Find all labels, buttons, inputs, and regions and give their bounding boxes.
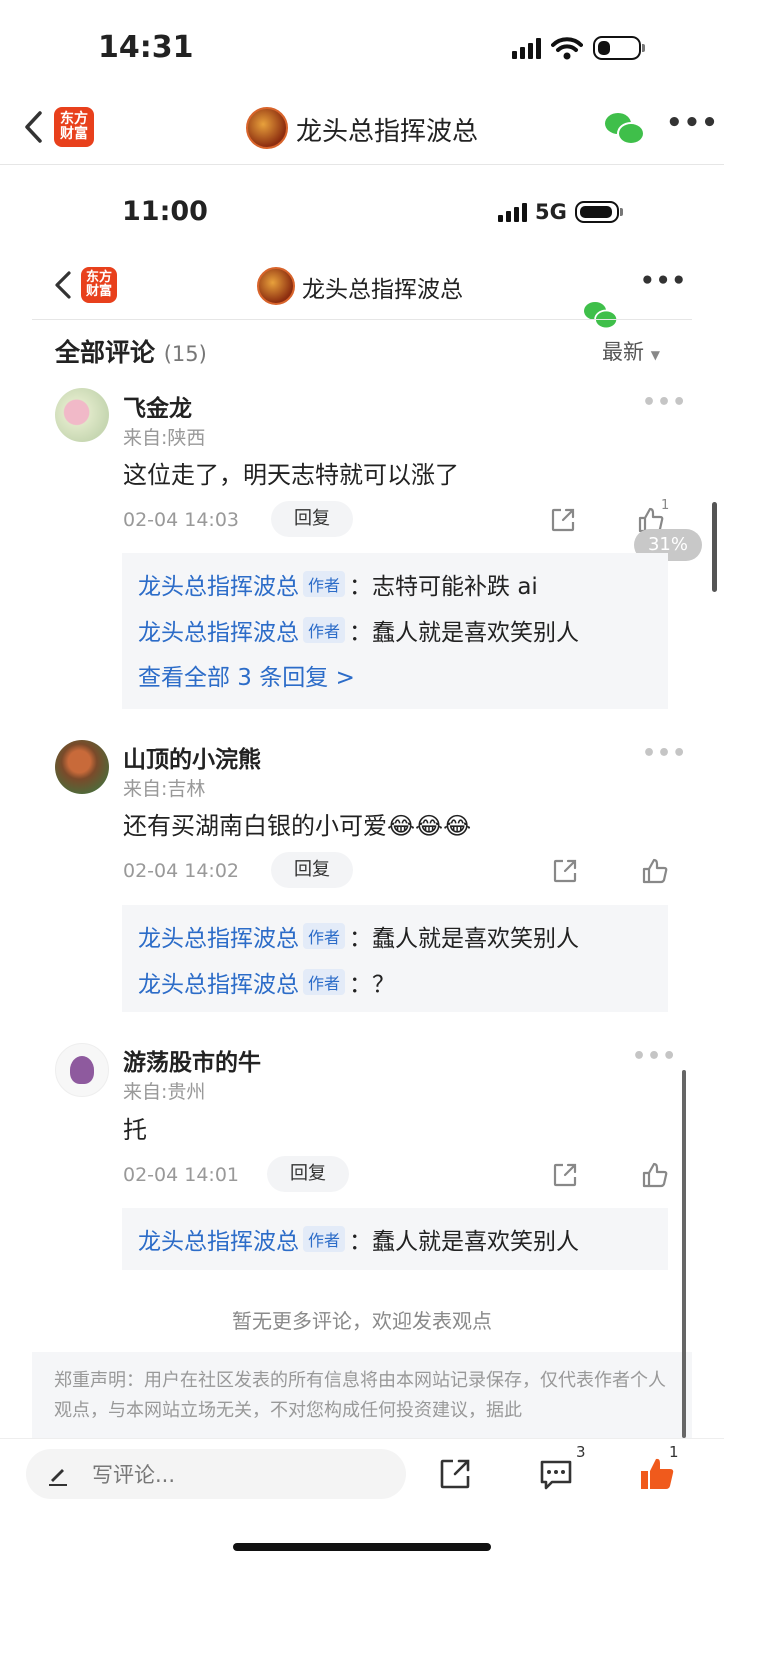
signal-icon <box>498 202 527 222</box>
share-icon[interactable] <box>552 858 578 884</box>
scrollbar[interactable] <box>712 502 717 592</box>
wechat-share-icon[interactable] <box>605 113 645 145</box>
reply-author[interactable]: 龙头总指挥波总 <box>138 574 299 600</box>
battery-icon <box>574 201 623 223</box>
like-icon[interactable] <box>641 857 669 885</box>
comments-count: (15) <box>163 342 207 366</box>
reply-text: ：蠢人就是喜欢笑别人 <box>349 620 580 646</box>
inner-nav-title: 龙头总指挥波总 <box>302 277 463 303</box>
comment-text: 这位走了，明天志特就可以涨了 <box>123 461 459 489</box>
eastmoney-logo[interactable]: 东方 财富 <box>54 107 94 147</box>
comment-date: 02-04 14:02 <box>123 860 240 882</box>
comment-placeholder: 写评论... <box>92 1463 176 1487</box>
wechat-share-icon[interactable] <box>584 302 618 330</box>
like-count: 1 <box>669 1443 679 1461</box>
reply-thread: 龙头总指挥波总 作者 ：志特可能补跌 ai 龙头总指挥波总 作者 ：蠢人就是喜欢笑别人 … <box>122 553 668 709</box>
comment-input[interactable]: 写评论... <box>26 1449 406 1499</box>
reply-author[interactable]: 龙头总指挥波总 <box>138 926 299 952</box>
inner-status-icons: 5G <box>498 200 623 224</box>
inner-status-time: 11:00 <box>122 196 208 227</box>
comment-text: 托 <box>123 1116 147 1144</box>
comment-avatar[interactable] <box>55 740 109 794</box>
network-label: 5G <box>535 200 567 224</box>
reply-author[interactable]: 龙头总指挥波总 <box>138 620 299 646</box>
reply-thread: 龙头总指挥波总 作者 ：蠢人就是喜欢笑别人 <box>122 1208 668 1270</box>
bull-avatar-icon[interactable] <box>257 267 295 305</box>
back-icon[interactable] <box>52 270 74 300</box>
comment-username[interactable]: 山顶的小浣熊 <box>123 740 261 774</box>
pencil-icon <box>49 1469 67 1486</box>
reply-button[interactable]: 回复 <box>271 501 353 537</box>
reply-thread: 龙头总指挥波总 作者 ：蠢人就是喜欢笑别人 龙头总指挥波总 作者：？ <box>122 905 668 1012</box>
reply-text: ：蠢人就是喜欢笑别人 <box>349 1229 580 1255</box>
outer-status-icons <box>512 36 645 60</box>
reply-author[interactable]: 龙头总指挥波总 <box>138 972 299 998</box>
author-badge: 作者 <box>303 969 346 995</box>
comments-heading: 全部评论 (15) <box>55 333 207 369</box>
comment-location: 来自:吉林 <box>123 778 206 800</box>
nav-divider <box>32 319 692 320</box>
reply-button[interactable]: 回复 <box>267 1156 349 1192</box>
outer-status-time: 14:31 <box>98 30 194 65</box>
author-badge: 作者 <box>303 617 346 643</box>
reply-item[interactable]: 龙头总指挥波总 作者 ：志特可能补跌 ai <box>138 567 538 601</box>
comment-username[interactable]: 游荡股市的牛 <box>123 1043 261 1077</box>
reply-text: ：？ <box>349 972 396 998</box>
more-icon[interactable]: ••• <box>666 108 719 138</box>
reply-text: ：蠢人就是喜欢笑别人 <box>349 926 580 952</box>
sort-label: 最新 <box>602 340 644 364</box>
comment-avatar[interactable] <box>55 1043 109 1097</box>
share-icon[interactable] <box>552 1162 578 1188</box>
reply-item[interactable]: 龙头总指挥波总 作者：？ <box>138 965 395 999</box>
comment-more-icon[interactable]: ••• <box>642 741 687 766</box>
comments-heading-label: 全部评论 <box>55 338 156 367</box>
author-badge: 作者 <box>303 923 346 949</box>
like-count: 1 <box>661 498 670 513</box>
bull-avatar-icon[interactable] <box>246 107 288 149</box>
reply-text: ：志特可能补跌 ai <box>349 574 538 600</box>
share-icon[interactable] <box>550 507 576 533</box>
comment-username[interactable]: 飞金龙 <box>123 389 192 423</box>
back-icon[interactable] <box>22 110 46 144</box>
view-all-replies-link[interactable]: 查看全部 3 条回复 > <box>138 658 355 692</box>
bottom-action-bar: 写评论... 3 1 <box>0 1438 724 1525</box>
eastmoney-logo[interactable]: 东方 财富 <box>81 267 117 303</box>
signal-icon <box>512 37 541 59</box>
home-indicator[interactable] <box>233 1543 491 1551</box>
author-badge: 作者 <box>303 1226 346 1252</box>
disclaimer: 郑重声明：用户在社区发表的所有信息将由本网站记录保存，仅代表作者个人观点，与本网… <box>32 1352 692 1438</box>
no-more-comments: 暂无更多评论，欢迎发表观点 <box>232 1309 492 1333</box>
caret-down-icon: ▼ <box>650 348 660 362</box>
comment-count: 3 <box>576 1443 586 1461</box>
reply-item[interactable]: 龙头总指挥波总 作者 ：蠢人就是喜欢笑别人 <box>138 613 579 647</box>
inner-scrollbar <box>682 1070 686 1438</box>
reply-button[interactable]: 回复 <box>271 852 353 888</box>
like-icon[interactable] <box>641 1161 669 1189</box>
more-icon[interactable]: ••• <box>640 268 687 294</box>
comment-date: 02-04 14:03 <box>123 509 240 531</box>
share-icon[interactable] <box>438 1457 472 1491</box>
reply-author[interactable]: 龙头总指挥波总 <box>138 1229 299 1255</box>
comment-more-icon[interactable]: ••• <box>642 390 687 415</box>
nav-divider <box>0 164 724 165</box>
comment-icon[interactable] <box>538 1457 574 1493</box>
author-badge: 作者 <box>303 571 346 597</box>
wifi-icon <box>551 37 583 60</box>
outer-nav-title: 龙头总指挥波总 <box>296 117 479 147</box>
reply-item[interactable]: 龙头总指挥波总 作者 ：蠢人就是喜欢笑别人 <box>138 1222 579 1256</box>
comment-more-icon[interactable]: ••• <box>632 1044 677 1069</box>
comment-location: 来自:贵州 <box>123 1081 206 1103</box>
comment-date: 02-04 14:01 <box>123 1164 240 1186</box>
sort-dropdown[interactable]: 最新 ▼ <box>602 336 660 366</box>
comment-location: 来自:陕西 <box>123 427 206 449</box>
reply-item[interactable]: 龙头总指挥波总 作者 ：蠢人就是喜欢笑别人 <box>138 919 579 953</box>
battery-icon <box>593 36 645 60</box>
comment-text: 还有买湖南白银的小可爱😂😂😂 <box>123 812 472 840</box>
comment-avatar[interactable] <box>55 388 109 442</box>
